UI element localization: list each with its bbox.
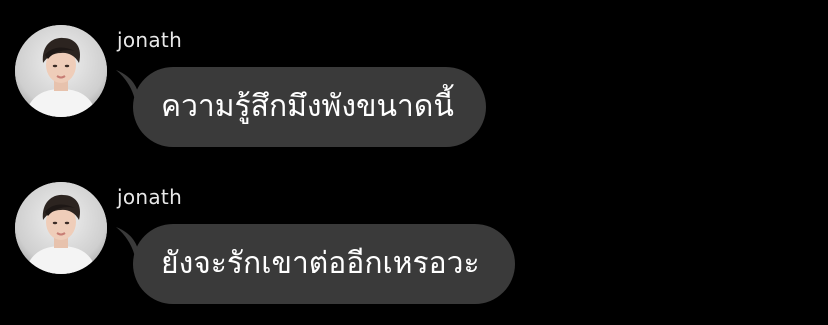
user-avatar-icon <box>15 182 107 274</box>
sender-name: jonath <box>117 28 183 52</box>
message-bubble[interactable]: ยังจะรักเขาต่ออีกเหรอวะ <box>133 224 515 304</box>
user-avatar-icon <box>15 25 107 117</box>
avatar[interactable] <box>15 182 107 274</box>
avatar[interactable] <box>15 25 107 117</box>
message-bubble[interactable]: ความรู้สึกมึงพังขนาดนี้ <box>133 67 486 147</box>
chat-thread: jonath ความรู้สึกมึงพังขนาดนี้ jonath ยั… <box>0 0 828 325</box>
sender-name: jonath <box>117 185 183 209</box>
